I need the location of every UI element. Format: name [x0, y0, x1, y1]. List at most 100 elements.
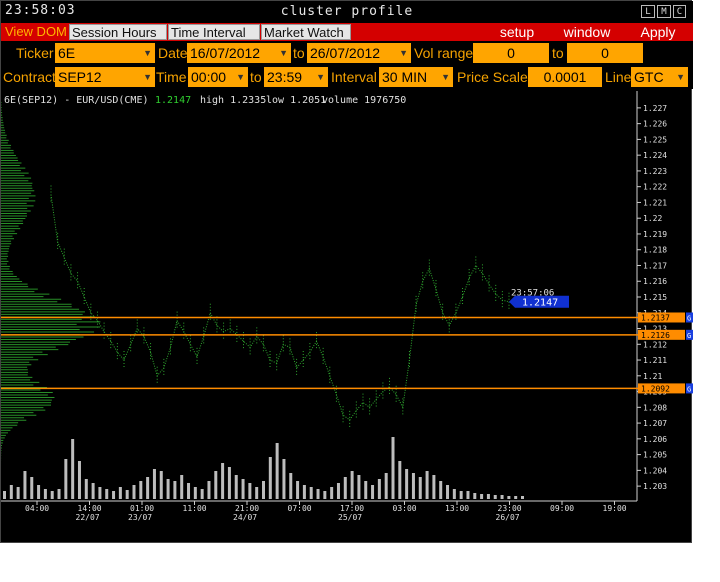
- volume-bar: [493, 495, 497, 499]
- volume-bar: [486, 494, 490, 499]
- apply-button[interactable]: Apply: [629, 24, 687, 40]
- interval-select[interactable]: 30 MIN ▼: [379, 67, 453, 87]
- x-tick-time: 13:00: [445, 504, 469, 513]
- volume-bar: [23, 471, 27, 499]
- contract-value: SEP12: [58, 69, 102, 85]
- volume-bar: [57, 489, 61, 499]
- volume-bar: [323, 491, 327, 499]
- vol-range-label: Vol range: [414, 45, 474, 61]
- chevron-down-icon: ▼: [236, 72, 245, 82]
- date-from-select[interactable]: 16/07/2012 ▼: [187, 43, 291, 63]
- tab-market-watch[interactable]: Market Watch: [261, 24, 351, 40]
- volume-bar: [241, 479, 245, 499]
- volume-bar: [275, 443, 279, 499]
- tab-session-hours[interactable]: Session Hours: [69, 24, 167, 40]
- volume-bar: [268, 457, 272, 499]
- setup-button[interactable]: setup: [488, 24, 546, 40]
- volume-bar: [391, 437, 395, 499]
- x-tick-time: 21:00: [235, 504, 259, 513]
- window-button-l[interactable]: L: [641, 5, 655, 18]
- volume-bar: [262, 481, 265, 499]
- volume-bar: [255, 487, 259, 499]
- volume-bar: [159, 471, 163, 499]
- volume-bar: [180, 475, 184, 499]
- x-tick-time: 19:00: [603, 504, 627, 513]
- x-tick-date: 23/07: [128, 513, 152, 522]
- volume-bar: [507, 496, 511, 499]
- volume-bar: [343, 477, 347, 499]
- volume-bar: [248, 483, 252, 499]
- chart-canvas[interactable]: 1.227 1.226 1.225 1.224 1.223 1.222 1.221 1.22 1…: [1, 91, 693, 544]
- params-row-2: Contract SEP12 ▼ Time 00:00 ▼ to 23:59 ▼ In…: [1, 65, 693, 89]
- vol-to-input[interactable]: 0: [567, 43, 643, 63]
- time-to-label: to: [250, 69, 262, 85]
- x-tick-time: 14:00: [78, 504, 102, 513]
- y-tick-label: 1.211: [643, 356, 667, 365]
- line-select[interactable]: GTC ▼: [631, 67, 688, 87]
- y-tick-label: 1.224: [643, 151, 667, 160]
- y-tick-label: 1.21: [643, 372, 662, 381]
- volume-bar: [221, 463, 225, 499]
- volume-bar: [425, 471, 429, 499]
- chevron-down-icon: ▼: [676, 72, 685, 82]
- date-to-select[interactable]: 26/07/2012 ▼: [307, 43, 411, 63]
- x-tick-time: 01:00: [130, 504, 154, 513]
- volume-bar: [357, 475, 361, 499]
- time-from-value: 00:00: [191, 69, 227, 85]
- volume-bar: [64, 459, 68, 499]
- current-price-label: 1.2147: [522, 298, 558, 309]
- x-tick-date: 25/07: [338, 513, 362, 522]
- time-to-select[interactable]: 23:59 ▼: [264, 67, 328, 87]
- volume-bar: [43, 489, 47, 499]
- volume-bar: [9, 485, 13, 499]
- volume-bar: [214, 471, 218, 499]
- date-to-value: 26/07/2012: [310, 45, 381, 61]
- tab-view-dom[interactable]: View DOM: [3, 24, 69, 40]
- vol-from-input[interactable]: 0: [473, 43, 549, 63]
- x-tick-time: 17:00: [340, 504, 364, 513]
- volume-bar: [309, 487, 313, 499]
- y-tick-label: 1.215: [643, 293, 667, 302]
- chevron-down-icon: ▼: [399, 48, 408, 58]
- window-button[interactable]: window: [554, 24, 620, 40]
- volume-bar: [77, 461, 81, 499]
- volume-bar: [432, 475, 436, 499]
- volume-bar: [350, 471, 354, 499]
- volume-bar: [37, 485, 41, 499]
- y-tick-label: 1.204: [643, 466, 667, 475]
- high-label: high 1.2335: [200, 95, 267, 106]
- price-scale-input[interactable]: 0.0001: [528, 67, 602, 87]
- window-button-c[interactable]: C: [673, 5, 686, 18]
- volume-bar: [105, 489, 109, 499]
- volume-bar: [227, 467, 231, 499]
- chevron-down-icon: ▼: [441, 72, 450, 82]
- ticker-select[interactable]: 6E ▼: [55, 43, 155, 63]
- tab-time-interval[interactable]: Time Interval: [168, 24, 260, 40]
- volume-label: volume 1976750: [322, 95, 407, 106]
- y-tick-label: 1.22: [643, 214, 662, 223]
- volume-bar: [84, 479, 88, 499]
- volume-bar: [118, 487, 122, 499]
- y-tick-label: 1.222: [643, 183, 667, 192]
- volume-bar: [30, 477, 34, 499]
- level-g-label: G: [687, 314, 691, 322]
- volume-bar: [50, 491, 54, 499]
- price-chart[interactable]: 1.227 1.226 1.225 1.224 1.223 1.222 1.221 1.22 1…: [1, 91, 693, 544]
- y-tick-label: 1.221: [643, 198, 667, 207]
- volume-bar: [112, 491, 116, 499]
- volume-bar: [446, 485, 450, 499]
- contract-select[interactable]: SEP12 ▼: [55, 67, 155, 87]
- time-label: Time: [156, 69, 187, 85]
- volume-bar: [459, 491, 463, 499]
- volume-bar: [330, 487, 334, 499]
- volume-bar: [452, 489, 456, 499]
- level-g-label: G: [687, 332, 691, 340]
- line-value: GTC: [634, 69, 664, 85]
- y-tick-label: 1.207: [643, 419, 667, 428]
- y-tick-label: 1.223: [643, 167, 667, 176]
- time-from-select[interactable]: 00:00 ▼: [188, 67, 248, 87]
- window-button-m[interactable]: M: [657, 5, 671, 18]
- volume-bar: [480, 494, 484, 499]
- volume-bar: [132, 485, 136, 499]
- symbol-label: 6E(SEP12) - EUR/USD(CME): [4, 95, 149, 106]
